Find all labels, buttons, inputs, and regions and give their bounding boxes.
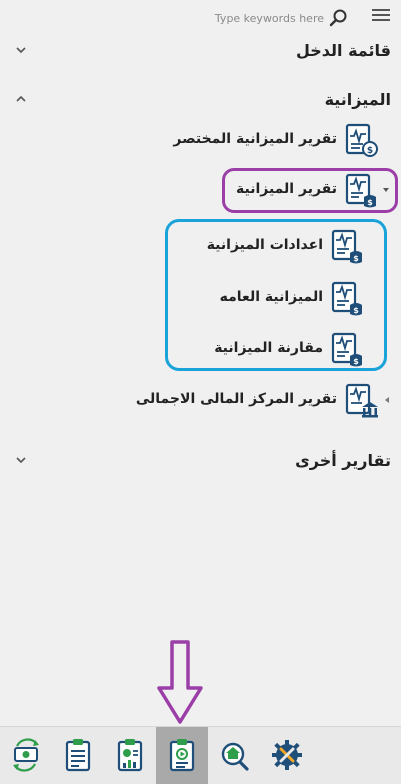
- group-label: قائمة الدخل: [295, 41, 391, 60]
- toolbar-button-clipboard-chart[interactable]: [104, 727, 156, 784]
- home-search-icon: [221, 742, 249, 771]
- toolbar-button-settings[interactable]: [260, 727, 312, 784]
- clipboard-list-icon: [65, 739, 91, 772]
- chevron-up-icon: [16, 95, 26, 102]
- clipboard-play-icon: [169, 739, 195, 772]
- highlight-box-budget-subitems: [165, 219, 387, 371]
- hamburger-menu-icon[interactable]: [372, 9, 390, 23]
- toolbar-button-clipboard-list[interactable]: [52, 727, 104, 784]
- toolbar-button-reports[interactable]: [156, 727, 208, 784]
- chevron-down-icon: [16, 47, 26, 54]
- report-bank-icon: [345, 383, 378, 418]
- gear-tools-icon: [272, 740, 302, 770]
- group-budget[interactable]: الميزانية: [12, 87, 391, 115]
- search-input[interactable]: [200, 9, 324, 27]
- annotation-arrow-down-icon: [157, 640, 203, 724]
- collapsed-caret-icon[interactable]: [383, 396, 391, 404]
- highlight-box-budget-report: [222, 168, 398, 213]
- search-icon[interactable]: [329, 8, 349, 28]
- group-income-statement[interactable]: قائمة الدخل: [12, 38, 391, 66]
- top-bar: [0, 0, 401, 34]
- report-money-icon: $: [345, 123, 378, 157]
- nav-item-budget-summary-report[interactable]: $ تقرير الميزانية المختصر: [159, 121, 379, 161]
- nav-item-label: تقرير المركز المالى الاجمالى: [135, 391, 337, 407]
- bottom-toolbar: [0, 726, 401, 784]
- group-other-reports[interactable]: تقارير أخرى: [12, 448, 391, 476]
- group-label: تقارير أخرى: [295, 451, 391, 470]
- toolbar-button-search[interactable]: [208, 727, 260, 784]
- clipboard-chart-icon: [117, 739, 143, 772]
- nav-item-label: تقرير الميزانية المختصر: [173, 131, 337, 147]
- toolbar-button-cash-flow[interactable]: [0, 727, 52, 784]
- group-label: الميزانية: [324, 90, 391, 109]
- chevron-down-icon: [16, 457, 26, 464]
- nav-item-financial-position-report[interactable]: تقرير المركز المالى الاجمالى: [129, 381, 379, 421]
- money-cycle-icon: [13, 738, 39, 772]
- svg-text:$: $: [367, 146, 373, 156]
